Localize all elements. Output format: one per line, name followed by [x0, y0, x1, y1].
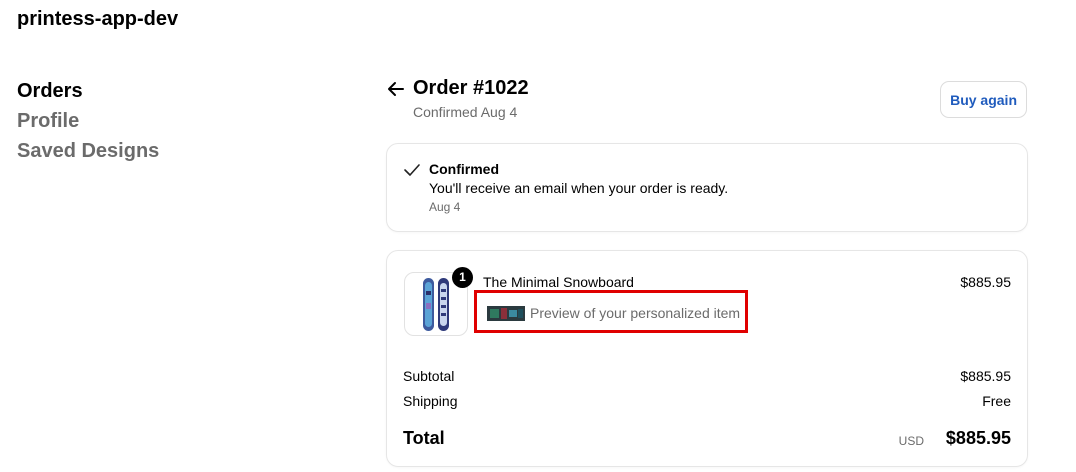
currency-code: USD	[898, 434, 924, 448]
quantity-badge: 1	[452, 267, 473, 288]
subtotal-label: Subtotal	[403, 368, 455, 384]
personalized-preview-highlight: Preview of your personalized item	[474, 290, 748, 333]
status-message: You'll receive an email when your order …	[429, 180, 729, 196]
product-price: $885.95	[960, 274, 1011, 290]
order-confirmed-date: Confirmed Aug 4	[413, 104, 518, 120]
status-title: Confirmed	[429, 161, 499, 177]
sidebar-item-profile[interactable]: Profile	[17, 106, 159, 136]
order-title: Order #1022	[413, 77, 529, 99]
shipping-label: Shipping	[403, 393, 458, 409]
sidebar-item-orders[interactable]: Orders	[17, 76, 159, 106]
order-header: Order #1022 Confirmed Aug 4 Buy again	[386, 76, 1027, 126]
total-value: $885.95	[945, 428, 1011, 448]
total-label: Total	[403, 428, 445, 448]
preview-thumbnail	[487, 306, 525, 321]
order-items-card: 1 The Minimal Snowboard $885.95 Preview …	[386, 250, 1028, 467]
buy-again-button[interactable]: Buy again	[940, 81, 1027, 118]
personalized-preview-link[interactable]: Preview of your personalized item	[530, 305, 740, 321]
sidebar-item-saved-designs[interactable]: Saved Designs	[17, 136, 159, 166]
account-sidebar: Orders Profile Saved Designs	[17, 76, 159, 166]
status-date: Aug 4	[429, 200, 461, 214]
shipping-value: Free	[982, 393, 1011, 409]
arrow-left-icon[interactable]	[386, 79, 406, 99]
total-row: Total USD $885.95	[403, 427, 1011, 451]
check-icon	[403, 162, 421, 178]
product-name: The Minimal Snowboard	[483, 274, 634, 290]
subtotal-value: $885.95	[960, 368, 1011, 384]
shop-name: printess-app-dev	[17, 8, 179, 30]
order-status-card: Confirmed You'll receive an email when y…	[386, 143, 1028, 232]
